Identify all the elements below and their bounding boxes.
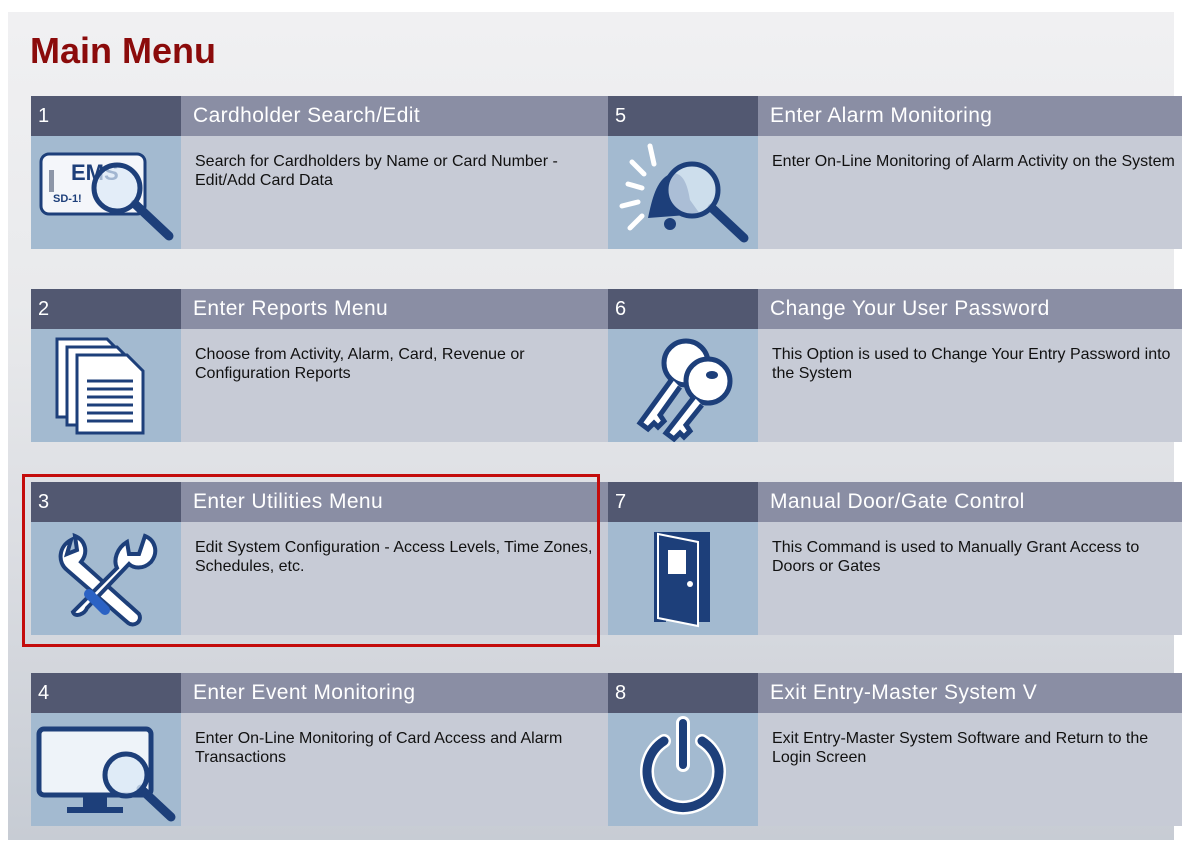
menu-tile-utilities[interactable]: 3 Enter Utilities Menu Edit System Confi…: [22, 474, 608, 647]
menu-tile-description: Enter On-Line Monitoring of Alarm Activi…: [758, 136, 1182, 249]
menu-tile-number: 2: [31, 289, 181, 329]
keys-icon: [608, 329, 758, 442]
menu-tile-exit[interactable]: 8 Exit Entry-Master System V Exit Entry-…: [608, 673, 1182, 826]
reports-icon: [31, 329, 181, 442]
card-id-text: SD-1!: [53, 193, 82, 205]
card-search-icon: EMS SD-1!: [31, 136, 181, 249]
menu-tile-description: Enter On-Line Monitoring of Card Access …: [181, 713, 608, 826]
alarm-search-icon: [608, 136, 758, 249]
menu-tile-number: 6: [608, 289, 758, 329]
menu-tile-description: Choose from Activity, Alarm, Card, Reven…: [181, 329, 608, 442]
menu-tile-description: Edit System Configuration - Access Level…: [181, 522, 608, 635]
menu-tile-change-password[interactable]: 6 Change Your User Password This Option …: [608, 289, 1182, 442]
menu-tile-number: 5: [608, 96, 758, 136]
menu-tile-label: Enter Reports Menu: [181, 289, 608, 329]
menu-tile-label: Cardholder Search/Edit: [181, 96, 608, 136]
menu-tile-number: 7: [608, 482, 758, 522]
menu-tile-label: Enter Event Monitoring: [181, 673, 608, 713]
menu-tile-label: Manual Door/Gate Control: [758, 482, 1182, 522]
menu-tile-door-gate-control[interactable]: 7 Manual Door/Gate Control This Command …: [608, 482, 1182, 635]
tools-icon: [31, 522, 181, 635]
menu-tile-label: Exit Entry-Master System V: [758, 673, 1182, 713]
menu-tile-description: This Command is used to Manually Grant A…: [758, 522, 1182, 635]
menu-tile-number: 3: [31, 482, 181, 522]
menu-tile-number: 4: [31, 673, 181, 713]
door-icon: [608, 522, 758, 635]
page-title: Main Menu: [30, 30, 216, 71]
monitor-search-icon: [31, 713, 181, 826]
menu-tile-description: Search for Cardholders by Name or Card N…: [181, 136, 608, 249]
menu-tile-label: Change Your User Password: [758, 289, 1182, 329]
menu-tile-label: Enter Utilities Menu: [181, 482, 608, 522]
menu-tile-description: Exit Entry-Master System Software and Re…: [758, 713, 1182, 826]
menu-tile-event-monitoring[interactable]: 4 Enter Event Monitoring Enter On-Line M…: [31, 673, 608, 826]
menu-tile-number: 8: [608, 673, 758, 713]
menu-tile-number: 1: [31, 96, 181, 136]
menu-tile-label: Enter Alarm Monitoring: [758, 96, 1182, 136]
menu-tile-cardholder-search[interactable]: 1 Cardholder Search/Edit EMS SD-1! Searc…: [31, 96, 608, 249]
menu-tile-alarm-monitoring[interactable]: 5 Enter Alarm Monitoring Enter On-Line M…: [608, 96, 1182, 249]
power-icon: [608, 713, 758, 826]
menu-tile-description: This Option is used to Change Your Entry…: [758, 329, 1182, 442]
menu-tile-reports[interactable]: 2 Enter Reports Menu Choose from Activit…: [31, 289, 608, 442]
